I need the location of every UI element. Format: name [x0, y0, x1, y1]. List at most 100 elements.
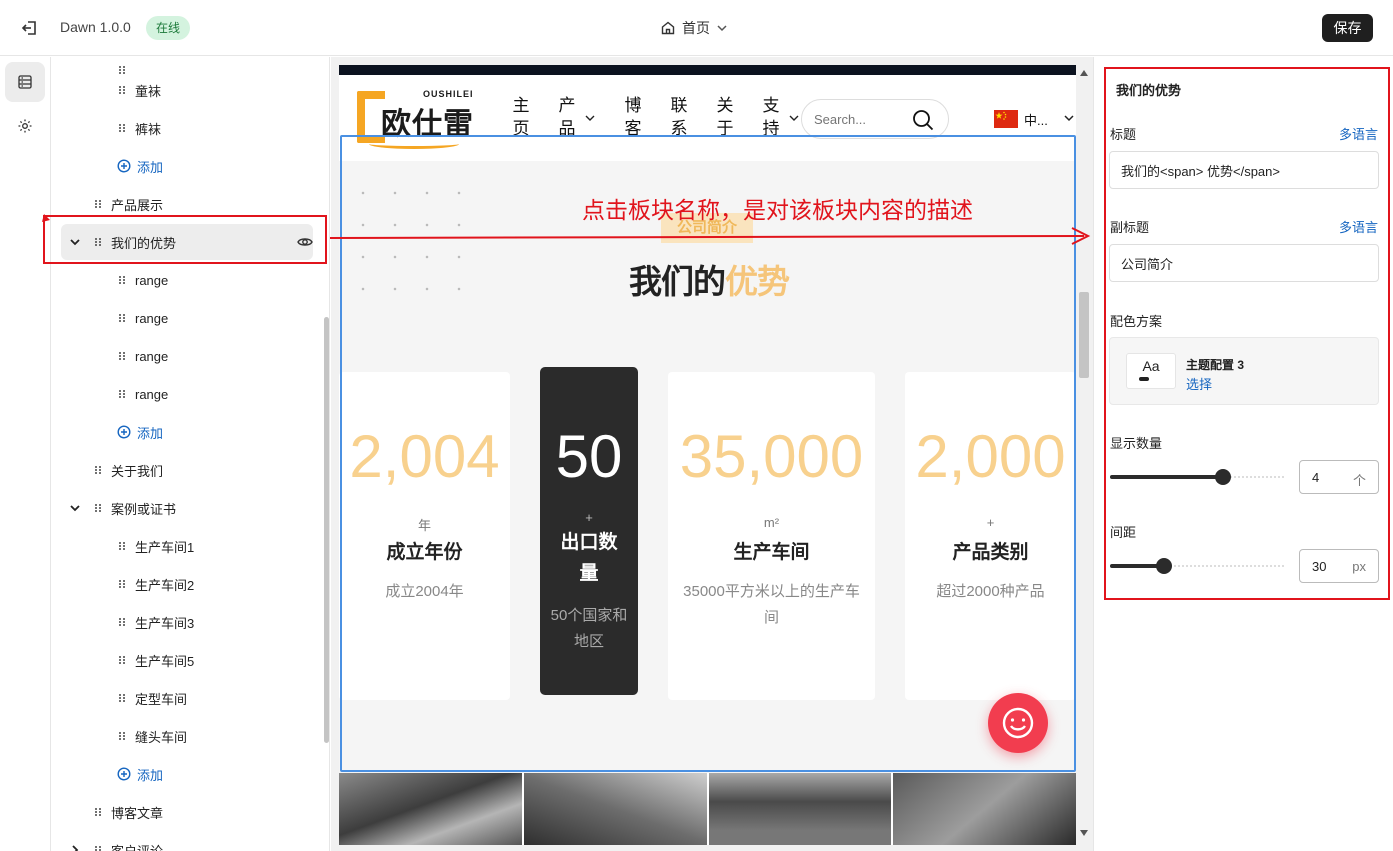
tree-section-collapsed[interactable]: 客户评论	[51, 831, 313, 851]
site-search[interactable]	[801, 99, 949, 139]
plus-circle-icon	[117, 767, 131, 781]
scroll-up-icon[interactable]	[1079, 69, 1089, 77]
tree-item[interactable]: range	[117, 337, 329, 375]
tree-item-label: range	[135, 272, 169, 288]
tree-section-label: 产品展示	[111, 197, 164, 213]
rail-settings-button[interactable]	[5, 106, 45, 146]
tree-item[interactable]: 生产车间1	[117, 527, 329, 565]
site-logo[interactable]: OUSHILEI 欧仕雷	[357, 87, 482, 151]
site-nav-contact[interactable]: 联系	[669, 95, 689, 141]
exit-icon	[21, 21, 36, 35]
tree-section-label: 我们的优势	[111, 235, 177, 251]
factory-photo	[708, 773, 892, 845]
tree-item[interactable]: range	[117, 375, 329, 413]
tree-item[interactable]: 生产车间2	[117, 565, 329, 603]
stat-desc: 50个国家和地区	[550, 607, 628, 650]
chevron-down-icon[interactable]	[69, 502, 81, 514]
scheme-aa: Aa	[1142, 358, 1160, 374]
chevron-right-icon[interactable]	[69, 844, 81, 851]
chat-button[interactable]	[988, 693, 1048, 753]
site-search-input[interactable]	[814, 109, 904, 129]
plus-circle-icon	[117, 425, 131, 439]
spacing-unit: px	[1352, 559, 1366, 574]
add-label: 添加	[137, 767, 164, 783]
tree-item[interactable]: range	[117, 299, 329, 337]
section-title-highlight: 优势	[725, 262, 790, 301]
display-count-input[interactable]: 4 个	[1299, 460, 1379, 494]
stat-card-active: 50 + 出口数量 50个国家和地区	[540, 367, 638, 695]
chevron-down-icon	[1064, 115, 1074, 122]
gear-icon	[18, 119, 32, 133]
chevron-down-icon	[789, 115, 799, 121]
slider-thumb[interactable]	[1155, 558, 1172, 574]
site-top-strip	[339, 65, 1076, 75]
section-title: 我们的优势	[589, 255, 829, 303]
page-selector[interactable]: 首页	[660, 17, 728, 39]
tree-section-label: 关于我们	[111, 463, 164, 479]
spacing-slider[interactable]	[1110, 558, 1284, 574]
plus-circle-icon	[117, 159, 131, 173]
language-selector[interactable]: 中...	[1024, 110, 1048, 129]
preview-scrollbar[interactable]	[1076, 65, 1091, 843]
stat-number: 35,000	[679, 423, 864, 490]
site-nav-home[interactable]: 主页	[511, 95, 531, 141]
tree-section-label: 案例或证书	[111, 501, 177, 517]
rail-sections-button[interactable]	[5, 62, 45, 102]
subtitle-multi-language-link[interactable]: 多语言	[1339, 217, 1378, 236]
subtitle-input[interactable]	[1109, 244, 1379, 282]
eye-icon[interactable]	[297, 235, 313, 249]
slider-thumb[interactable]	[1215, 469, 1232, 485]
tree-item[interactable]: 缝头车间	[117, 717, 329, 755]
spacing-input[interactable]: 30 px	[1299, 549, 1379, 583]
stat-desc: 超过2000种产品	[936, 583, 1045, 600]
tree-item[interactable]: 生产车间5	[117, 641, 329, 679]
exit-button[interactable]	[18, 16, 42, 40]
scroll-down-icon[interactable]	[1079, 829, 1089, 837]
search-icon[interactable]	[912, 109, 934, 131]
site-nav-about[interactable]: 关于	[715, 95, 735, 141]
preview-scroll-thumb[interactable]	[1079, 292, 1089, 378]
save-button[interactable]: 保存	[1322, 14, 1373, 42]
tree-item[interactable]: range	[117, 261, 329, 299]
tree-item-label: range	[135, 386, 169, 402]
drag-handle-icon	[95, 200, 101, 208]
dot-pattern	[347, 177, 487, 317]
stat-title: 成立年份	[386, 541, 463, 563]
scheme-swatch: Aa	[1126, 353, 1176, 389]
add-block-button[interactable]: 添加	[117, 147, 329, 185]
tree-section-expanded[interactable]: 案例或证书	[51, 489, 313, 527]
tree-section[interactable]: 关于我们	[93, 451, 329, 489]
site-nav-support[interactable]: 支持	[761, 95, 781, 141]
tree-item-label: range	[135, 310, 169, 326]
tree-item-label: 生产车间3	[135, 615, 195, 631]
factory-photo	[523, 773, 707, 845]
stat-card: 35,000 m² 生产车间 35000平方米以上的生产车间	[668, 372, 875, 700]
chevron-down-icon[interactable]	[69, 236, 81, 248]
site-nav-blog[interactable]: 博客	[623, 95, 643, 141]
tree-section[interactable]: 产品展示	[93, 185, 329, 223]
title-multi-language-link[interactable]: 多语言	[1339, 124, 1378, 143]
scheme-choose-link[interactable]: 选择	[1186, 374, 1212, 393]
tree-item[interactable]: 定型车间	[117, 679, 329, 717]
chevron-down-icon	[585, 115, 595, 121]
site-nav-products[interactable]: 产品	[557, 95, 577, 141]
tree-scrollbar[interactable]	[324, 317, 329, 743]
tree-section[interactable]: 博客文章	[93, 793, 329, 831]
tree-item[interactable]: 生产车间3	[117, 603, 329, 641]
display-count-slider[interactable]	[1110, 469, 1284, 485]
stat-number: 2,004	[349, 423, 500, 490]
factory-photo	[893, 773, 1076, 845]
add-block-button[interactable]: 添加	[117, 755, 329, 793]
site-header: OUSHILEI 欧仕雷 主页 产品 博客 联系 关于 支持 中...	[339, 75, 1076, 161]
add-block-button[interactable]: 添加	[117, 413, 329, 451]
tree-item[interactable]: 童袜	[117, 71, 329, 109]
tree-item[interactable]: 裤袜	[117, 109, 329, 147]
drag-handle-icon	[119, 86, 125, 94]
section-tree: 童袜 裤袜 添加 产品展示 我们的优势 range range range ra…	[51, 57, 330, 851]
tree-section-selected[interactable]: 我们的优势	[51, 223, 313, 261]
title-input[interactable]	[1109, 151, 1379, 189]
factory-photo	[339, 773, 522, 845]
home-icon	[661, 21, 675, 35]
drag-handle-icon	[119, 656, 125, 664]
drag-handle-icon	[95, 846, 101, 851]
